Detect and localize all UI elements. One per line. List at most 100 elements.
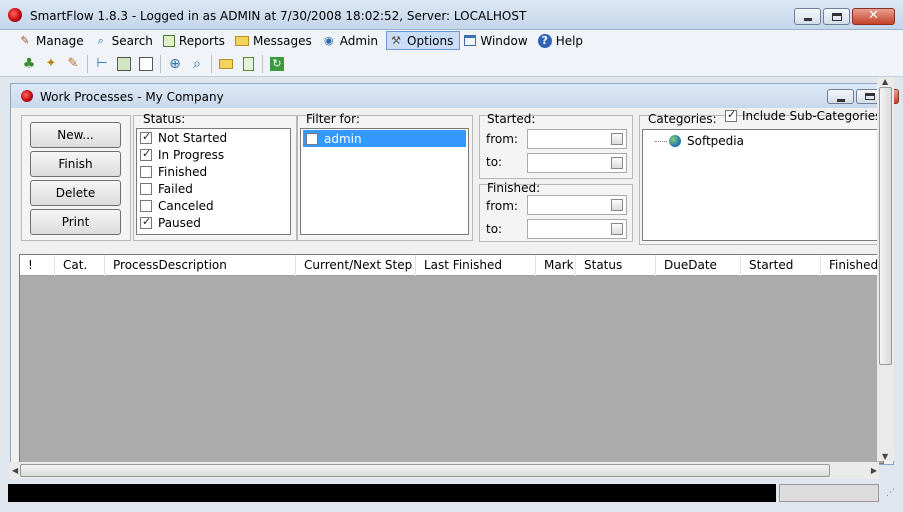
maximize-button[interactable]: [823, 8, 850, 25]
include-subcategories-checkbox[interactable]: [725, 108, 737, 122]
maximize-icon: [865, 93, 875, 100]
help-icon: ?: [537, 33, 552, 48]
toolbar-image-button[interactable]: [113, 53, 135, 75]
column-current-next-step[interactable]: Current/Next Step: [296, 255, 416, 276]
tree-connector: [655, 140, 667, 142]
people-icon: ♣: [22, 55, 36, 72]
toolbar-edit-button[interactable]: ✎: [62, 53, 84, 75]
pencil-icon: ✎: [20, 33, 30, 47]
delete-button[interactable]: Delete: [30, 180, 121, 206]
scroll-up-icon[interactable]: ▲: [882, 77, 888, 86]
filter-checklist[interactable]: admin: [300, 128, 469, 235]
calendar-dropdown-icon[interactable]: [611, 199, 623, 211]
processes-grid[interactable]: ! Cat. ProcessDescription Current/Next S…: [19, 254, 885, 464]
categories-tree[interactable]: Softpedia: [642, 129, 878, 241]
status-item-canceled[interactable]: Canceled: [137, 197, 290, 214]
checkbox[interactable]: [140, 199, 152, 212]
tree-item-softpedia[interactable]: Softpedia: [655, 134, 744, 148]
checkbox[interactable]: [140, 147, 152, 161]
menu-help[interactable]: ? Help: [536, 31, 589, 50]
tree-icon: ⊢: [96, 56, 108, 71]
menu-window[interactable]: Window: [462, 31, 533, 50]
calendar-dropdown-icon[interactable]: [611, 223, 623, 235]
started-label: Started:: [487, 112, 536, 126]
toolbar-tree-button[interactable]: ⊢: [91, 53, 113, 75]
status-item-finished[interactable]: Finished: [137, 163, 290, 180]
column-started[interactable]: Started: [741, 255, 821, 276]
column-priority[interactable]: !: [20, 255, 55, 276]
print-button[interactable]: Print: [30, 209, 121, 235]
menu-admin[interactable]: ◉ Admin: [320, 31, 384, 50]
status-checklist[interactable]: Not Started In Progress Finished Failed …: [136, 128, 291, 235]
toolbar-document-button[interactable]: [237, 53, 259, 75]
column-finished[interactable]: Finished: [821, 255, 885, 276]
column-category[interactable]: Cat.: [55, 255, 105, 276]
close-button[interactable]: ✕: [852, 8, 895, 25]
checkbox[interactable]: [140, 130, 152, 144]
main-title-bar: SmartFlow 1.8.3 - Logged in as ADMIN at …: [0, 0, 903, 30]
finished-date-label: Finished:: [487, 181, 541, 195]
toolbar-message-button[interactable]: [215, 53, 237, 75]
wand-icon: ✦: [45, 56, 57, 71]
categories-label: Categories:: [648, 112, 717, 126]
new-button[interactable]: New...: [30, 122, 121, 148]
checkbox[interactable]: [140, 215, 152, 229]
child-minimize-button[interactable]: [827, 89, 854, 104]
status-item-paused[interactable]: Paused: [137, 214, 290, 231]
finished-from-label: from:: [486, 199, 518, 213]
menu-bar: ✎ Manage ⌕ Search Reports Messages ◉ Adm…: [0, 30, 903, 51]
scroll-right-icon[interactable]: ▶: [871, 466, 877, 475]
resize-grip-icon[interactable]: ⋰: [886, 488, 895, 498]
started-to-date-picker[interactable]: [527, 153, 627, 173]
vertical-scrollbar[interactable]: ▲ ▼: [877, 77, 894, 461]
column-mark[interactable]: Mark: [536, 255, 576, 276]
menu-label: Manage: [36, 33, 84, 48]
calendar-dropdown-icon[interactable]: [611, 133, 623, 145]
toolbar-people-button[interactable]: ♣: [18, 53, 40, 75]
menu-reports[interactable]: Reports: [161, 31, 231, 50]
minimize-button[interactable]: [794, 8, 821, 25]
horizontal-scrollbar[interactable]: ◀ ▶: [10, 462, 879, 479]
column-due-date[interactable]: DueDate: [656, 255, 741, 276]
status-item-label: In Progress: [158, 147, 225, 162]
status-progress-panel: [779, 484, 879, 502]
include-subcategories-checkbox-row[interactable]: Include Sub-Categories: [725, 108, 881, 123]
scroll-down-icon[interactable]: ▼: [882, 452, 888, 461]
finished-from-date-picker[interactable]: [527, 195, 627, 215]
finished-to-date-picker[interactable]: [527, 219, 627, 239]
menu-label: Admin: [339, 33, 379, 48]
menu-search[interactable]: ⌕ Search: [92, 31, 159, 50]
scroll-left-icon[interactable]: ◀: [12, 466, 18, 475]
started-from-date-picker[interactable]: [527, 129, 627, 149]
menu-options[interactable]: ⚒ Options: [386, 31, 461, 50]
menu-manage[interactable]: ✎ Manage: [16, 31, 90, 50]
checkbox[interactable]: [140, 182, 152, 195]
filter-item-admin[interactable]: admin: [303, 130, 466, 147]
calendar-dropdown-icon[interactable]: [611, 157, 623, 169]
checkbox[interactable]: [306, 132, 318, 145]
menu-label: Reports: [178, 33, 225, 48]
column-last-finished[interactable]: Last Finished: [416, 255, 536, 276]
child-window-title: Work Processes - My Company: [40, 90, 224, 104]
menu-messages[interactable]: Messages: [233, 31, 318, 50]
toolbar-calendar-button[interactable]: [135, 53, 157, 75]
finish-button[interactable]: Finish: [30, 151, 121, 177]
toolbar-separator: [262, 54, 263, 73]
work-processes-window: Work Processes - My Company New... Finis…: [10, 83, 899, 465]
column-status[interactable]: Status: [576, 255, 656, 276]
status-item-failed[interactable]: Failed: [137, 180, 290, 197]
toolbar-refresh-button[interactable]: ↻: [266, 53, 288, 75]
status-item-not-started[interactable]: Not Started: [137, 129, 290, 146]
tree-item-label: Softpedia: [687, 134, 744, 148]
toolbar-separator: [160, 54, 161, 73]
toolbar-find-button[interactable]: ⌕: [186, 53, 208, 75]
checkbox[interactable]: [140, 165, 152, 178]
toolbar-zoom-button[interactable]: ⊕: [164, 53, 186, 75]
toolbar-wand-button[interactable]: ✦: [40, 53, 62, 75]
horizontal-scroll-thumb[interactable]: [20, 464, 830, 477]
column-process-description[interactable]: ProcessDescription: [105, 255, 296, 276]
vertical-scroll-thumb[interactable]: [879, 87, 892, 365]
status-item-in-progress[interactable]: In Progress: [137, 146, 290, 163]
grid-header: ! Cat. ProcessDescription Current/Next S…: [20, 255, 885, 276]
status-item-label: Not Started: [158, 130, 228, 145]
